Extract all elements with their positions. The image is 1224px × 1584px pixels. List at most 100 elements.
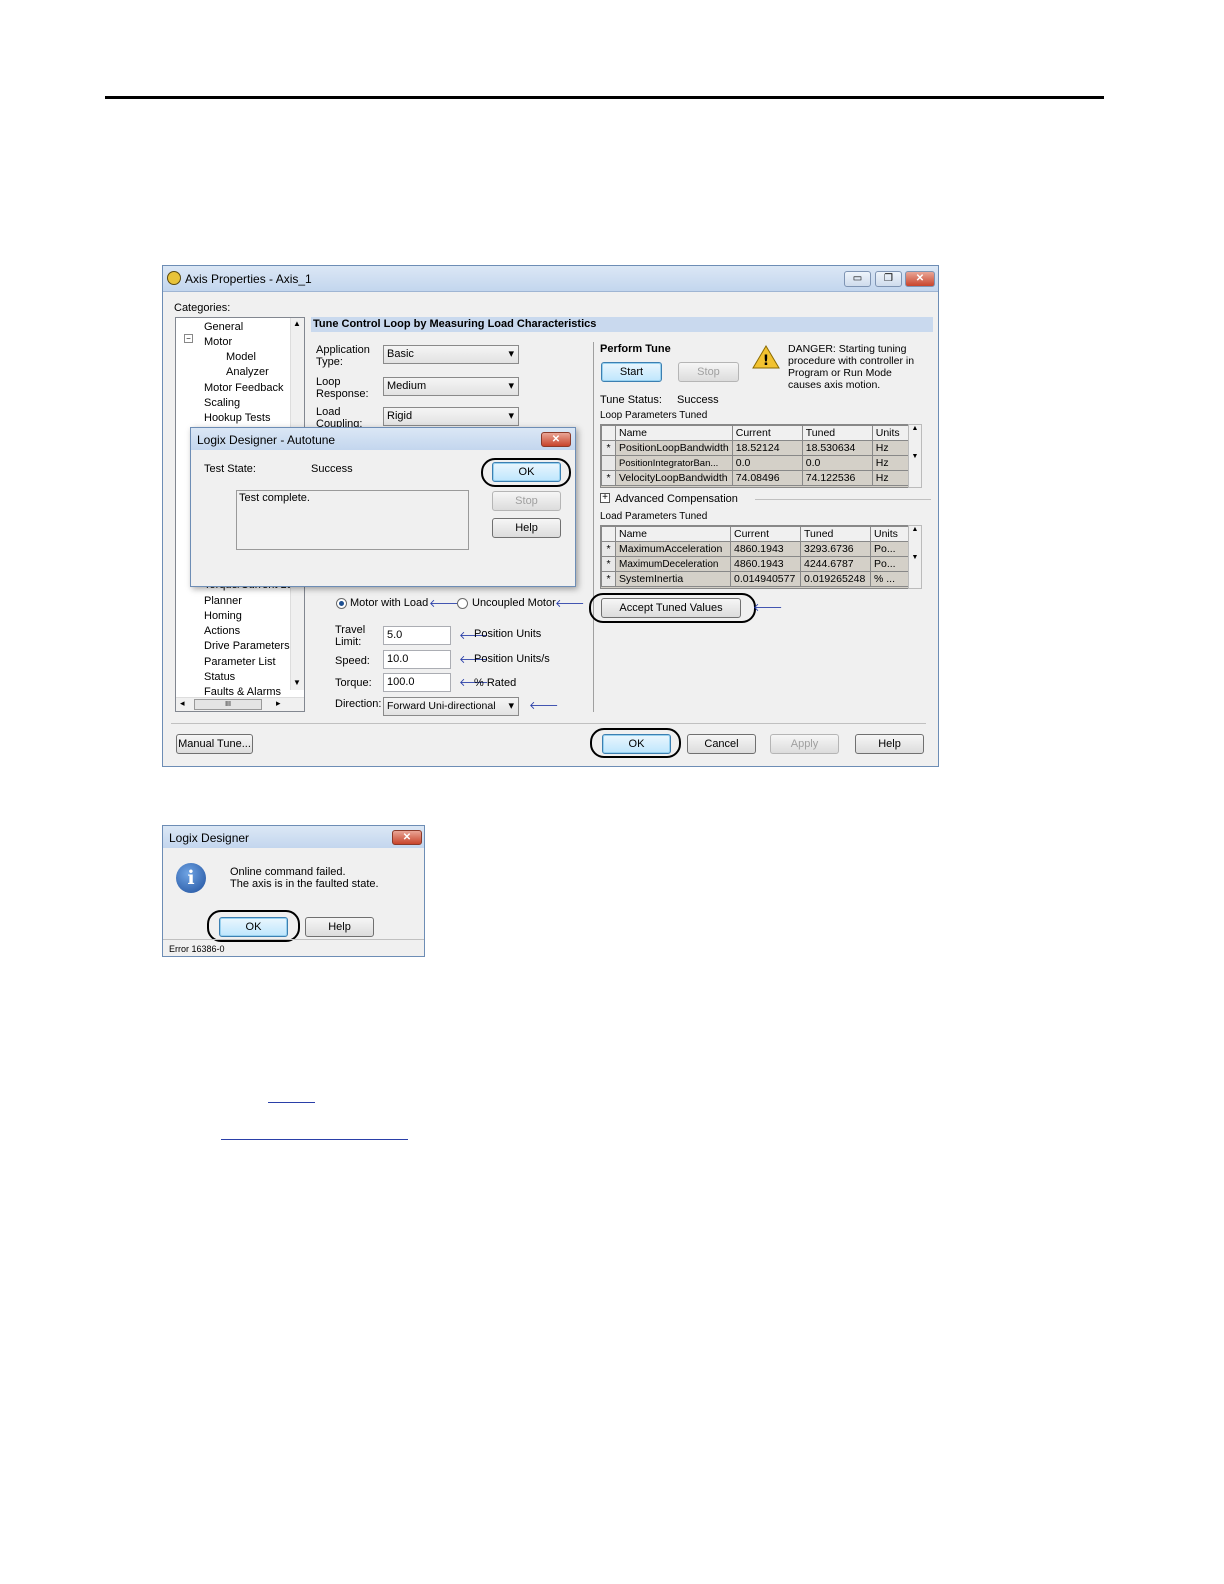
autotune-help-button[interactable]: Help bbox=[492, 518, 561, 538]
expand-icon[interactable]: + bbox=[600, 493, 610, 503]
section-title: Tune Control Loop by Measuring Load Char… bbox=[311, 317, 933, 332]
cell-current: 0.0 bbox=[731, 455, 803, 471]
cancel-button[interactable]: Cancel bbox=[687, 734, 756, 754]
tree-item-homing[interactable]: Homing bbox=[204, 610, 242, 622]
col-name: Name bbox=[615, 526, 731, 542]
motor-with-load-radio[interactable] bbox=[336, 598, 347, 609]
danger-message: DANGER: Starting tuning procedure with c… bbox=[788, 343, 915, 391]
tree-item-status[interactable]: Status bbox=[204, 671, 235, 683]
error-help-button[interactable]: Help bbox=[305, 917, 374, 937]
col-tuned: Tuned bbox=[800, 526, 871, 542]
cell-current: 4860.1943 bbox=[730, 541, 801, 557]
minimize-icon[interactable]: ▭ bbox=[844, 271, 871, 287]
scroll-thumb[interactable]: III bbox=[194, 699, 262, 710]
torque-label: Torque: bbox=[335, 677, 372, 689]
scroll-left-icon[interactable]: ◂ bbox=[180, 698, 185, 709]
tree-item-hookup-tests[interactable]: Hookup Tests bbox=[204, 412, 270, 424]
table-row[interactable]: PositionIntegratorBan... 0.0 0.0 Hz bbox=[601, 455, 922, 471]
load-grid-scrollbar[interactable]: ▲ ▼ bbox=[908, 525, 922, 589]
cell-tuned: 0.019265248 bbox=[800, 571, 871, 587]
advanced-compensation[interactable]: Advanced Compensation bbox=[615, 493, 738, 505]
error-line-1: Online command failed. bbox=[230, 866, 346, 878]
arrow-icon: 🡐 bbox=[753, 602, 783, 614]
tree-item-scaling[interactable]: Scaling bbox=[204, 397, 240, 409]
header-rule bbox=[105, 96, 1104, 99]
scroll-down-icon[interactable]: ▼ bbox=[293, 678, 301, 687]
info-icon: i bbox=[176, 863, 206, 893]
loop-grid-scrollbar[interactable]: ▲ ▼ bbox=[908, 424, 922, 488]
table-row[interactable]: * MaximumDeceleration 4860.1943 4244.6787 Po… bbox=[601, 556, 921, 572]
categories-label: Categories: bbox=[174, 302, 231, 314]
cell-name: MaximumDeceleration bbox=[615, 556, 731, 572]
scroll-up-icon[interactable]: ▲ bbox=[293, 319, 301, 328]
tree-item-parameter-list[interactable]: Parameter List bbox=[204, 656, 276, 668]
scroll-right-icon[interactable]: ▸ bbox=[276, 698, 281, 709]
grid-corner bbox=[601, 526, 616, 542]
tree-item-motor[interactable]: Motor bbox=[204, 336, 232, 348]
close-icon[interactable]: ✕ bbox=[392, 830, 422, 845]
speed-label: Speed: bbox=[335, 655, 370, 667]
apply-button[interactable]: Apply bbox=[770, 734, 839, 754]
load-coupling-label: Load Coupling: bbox=[316, 406, 363, 428]
cell-current: 18.52124 bbox=[731, 440, 803, 456]
hyperlink-underline[interactable] bbox=[221, 1139, 408, 1140]
tree-item-planner[interactable]: Planner bbox=[204, 595, 242, 607]
table-row[interactable]: * PositionLoopBandwidth 18.52124 18.530634 H… bbox=[601, 440, 922, 456]
uncoupled-motor-label[interactable]: Uncoupled Motor bbox=[472, 597, 556, 609]
tree-item-drive-parameters[interactable]: Drive Parameters bbox=[204, 640, 290, 652]
highlight-ring bbox=[589, 593, 756, 623]
collapse-icon[interactable]: − bbox=[184, 334, 193, 343]
close-icon[interactable]: ✕ bbox=[905, 271, 935, 287]
tree-item-general[interactable]: General bbox=[204, 321, 243, 333]
start-button[interactable]: Start bbox=[601, 362, 662, 382]
perform-tune-label: Perform Tune bbox=[600, 343, 671, 355]
col-current: Current bbox=[731, 425, 803, 441]
loop-params-label: Loop Parameters Tuned bbox=[600, 410, 708, 421]
speed-input[interactable]: 10.0 bbox=[383, 650, 451, 669]
hyperlink-underline[interactable] bbox=[268, 1102, 315, 1103]
tree-item-model[interactable]: Model bbox=[226, 351, 256, 363]
motor-with-load-label[interactable]: Motor with Load bbox=[350, 597, 428, 609]
autotune-stop-button[interactable]: Stop bbox=[492, 491, 561, 511]
highlight-ring bbox=[590, 728, 681, 758]
travel-limit-input[interactable]: 5.0 bbox=[383, 626, 451, 645]
table-row[interactable]: * MaximumAcceleration 4860.1943 3293.6736 Po… bbox=[601, 541, 921, 557]
direction-label: Direction: bbox=[335, 698, 382, 710]
row-marker: * bbox=[601, 571, 616, 587]
tree-item-faults-alarms[interactable]: Faults & Alarms bbox=[204, 686, 281, 697]
row-marker: * bbox=[601, 556, 616, 572]
loop-params-grid: Name Current Tuned Units * PositionLoopBandw… bbox=[600, 424, 922, 488]
uncoupled-motor-radio[interactable] bbox=[457, 598, 468, 609]
cell-current: 4860.1943 bbox=[730, 556, 801, 572]
cell-tuned: 74.122536 bbox=[801, 470, 873, 486]
help-button[interactable]: Help bbox=[855, 734, 924, 754]
tree-item-analyzer[interactable]: Analyzer bbox=[226, 366, 269, 378]
test-message-box: Test complete. bbox=[236, 490, 469, 550]
tree-item-motor-feedback[interactable]: Motor Feedback bbox=[204, 382, 283, 394]
autotune-title: Logix Designer - Autotune bbox=[191, 428, 575, 450]
close-icon[interactable]: ✕ bbox=[541, 432, 571, 447]
tree-horizontal-scrollbar[interactable]: ◂ III ▸ bbox=[176, 697, 304, 711]
table-row[interactable]: * VelocityLoopBandwidth 74.08496 74.122536 H… bbox=[601, 470, 922, 486]
manual-tune-button[interactable]: Manual Tune... bbox=[176, 734, 253, 754]
tree-item-actions[interactable]: Actions bbox=[204, 625, 240, 637]
torque-unit: % Rated bbox=[474, 677, 517, 689]
loop-response-select[interactable]: Medium bbox=[383, 377, 519, 396]
direction-select[interactable]: Forward Uni-directional bbox=[383, 697, 519, 716]
application-type-select[interactable]: Basic bbox=[383, 345, 519, 364]
cell-name: PositionIntegratorBan... bbox=[615, 455, 733, 471]
restore-icon[interactable]: ❐ bbox=[875, 271, 902, 287]
title-bar: Axis Properties - Axis_1 ▭ ❐ ✕ bbox=[163, 266, 938, 292]
test-state-label: Test State: bbox=[204, 463, 256, 475]
error-code: Error 16386-0 bbox=[169, 944, 225, 954]
stop-button[interactable]: Stop bbox=[678, 362, 739, 382]
cell-name: VelocityLoopBandwidth bbox=[615, 470, 733, 486]
load-params-label: Load Parameters Tuned bbox=[600, 511, 708, 522]
col-name: Name bbox=[615, 425, 733, 441]
torque-input[interactable]: 100.0 bbox=[383, 673, 451, 692]
tune-status-label: Tune Status: bbox=[600, 394, 662, 406]
load-coupling-select[interactable]: Rigid bbox=[383, 407, 519, 426]
table-row[interactable]: * SystemInertia 0.014940577 0.019265248% ..… bbox=[601, 571, 921, 587]
svg-text:!: ! bbox=[763, 353, 769, 369]
load-params-grid: Name Current Tuned Units * MaximumAccelerati… bbox=[600, 525, 922, 589]
